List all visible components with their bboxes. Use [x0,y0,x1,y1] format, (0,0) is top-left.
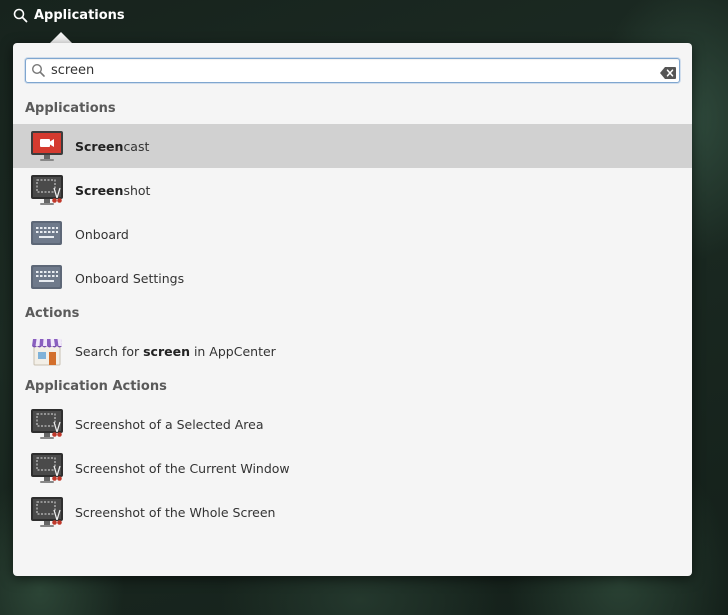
applications-popover: Applications Screencast [13,43,692,576]
search-input[interactable] [51,59,651,82]
result-onboard-settings[interactable]: Onboard Settings [13,256,692,300]
result-onboard[interactable]: Onboard [13,212,692,256]
result-label: Onboard [75,226,129,242]
appcenter-icon [30,335,64,367]
screencast-icon [30,130,64,162]
result-label: Screenshot of the Current Window [75,460,290,476]
result-screenshot-window[interactable]: Screenshot of the Current Window [13,446,692,490]
screenshot-icon [30,496,64,528]
popover-arrow [50,32,72,43]
clear-search-icon[interactable] [660,64,676,83]
result-label: Screenshot [75,182,151,198]
result-label: Screencast [75,138,150,154]
category-actions: Actions [25,306,80,321]
screenshot-icon [30,174,64,206]
result-label: Onboard Settings [75,270,185,286]
result-screencast[interactable]: Screencast [13,124,692,168]
screenshot-icon [30,452,64,484]
search-icon [31,63,46,82]
result-screenshot-whole[interactable]: Screenshot of the Whole Screen [13,490,692,534]
category-application-actions: Application Actions [25,379,167,394]
result-screenshot-area[interactable]: Screenshot of a Selected Area [13,402,692,446]
search-field[interactable] [25,58,680,83]
result-label: Screenshot of the Whole Screen [75,504,276,520]
applications-menu-button[interactable]: Applications [13,5,125,25]
result-label: Search for screen in AppCenter [75,343,276,359]
category-applications: Applications [25,101,116,116]
result-search-appcenter[interactable]: Search for screen in AppCenter [13,329,692,373]
applications-menu-label: Applications [34,7,125,23]
screenshot-icon [30,408,64,440]
search-icon [13,8,28,23]
keyboard-icon [30,262,64,294]
result-label: Screenshot of a Selected Area [75,416,264,432]
keyboard-icon [30,218,64,250]
result-screenshot[interactable]: Screenshot [13,168,692,212]
